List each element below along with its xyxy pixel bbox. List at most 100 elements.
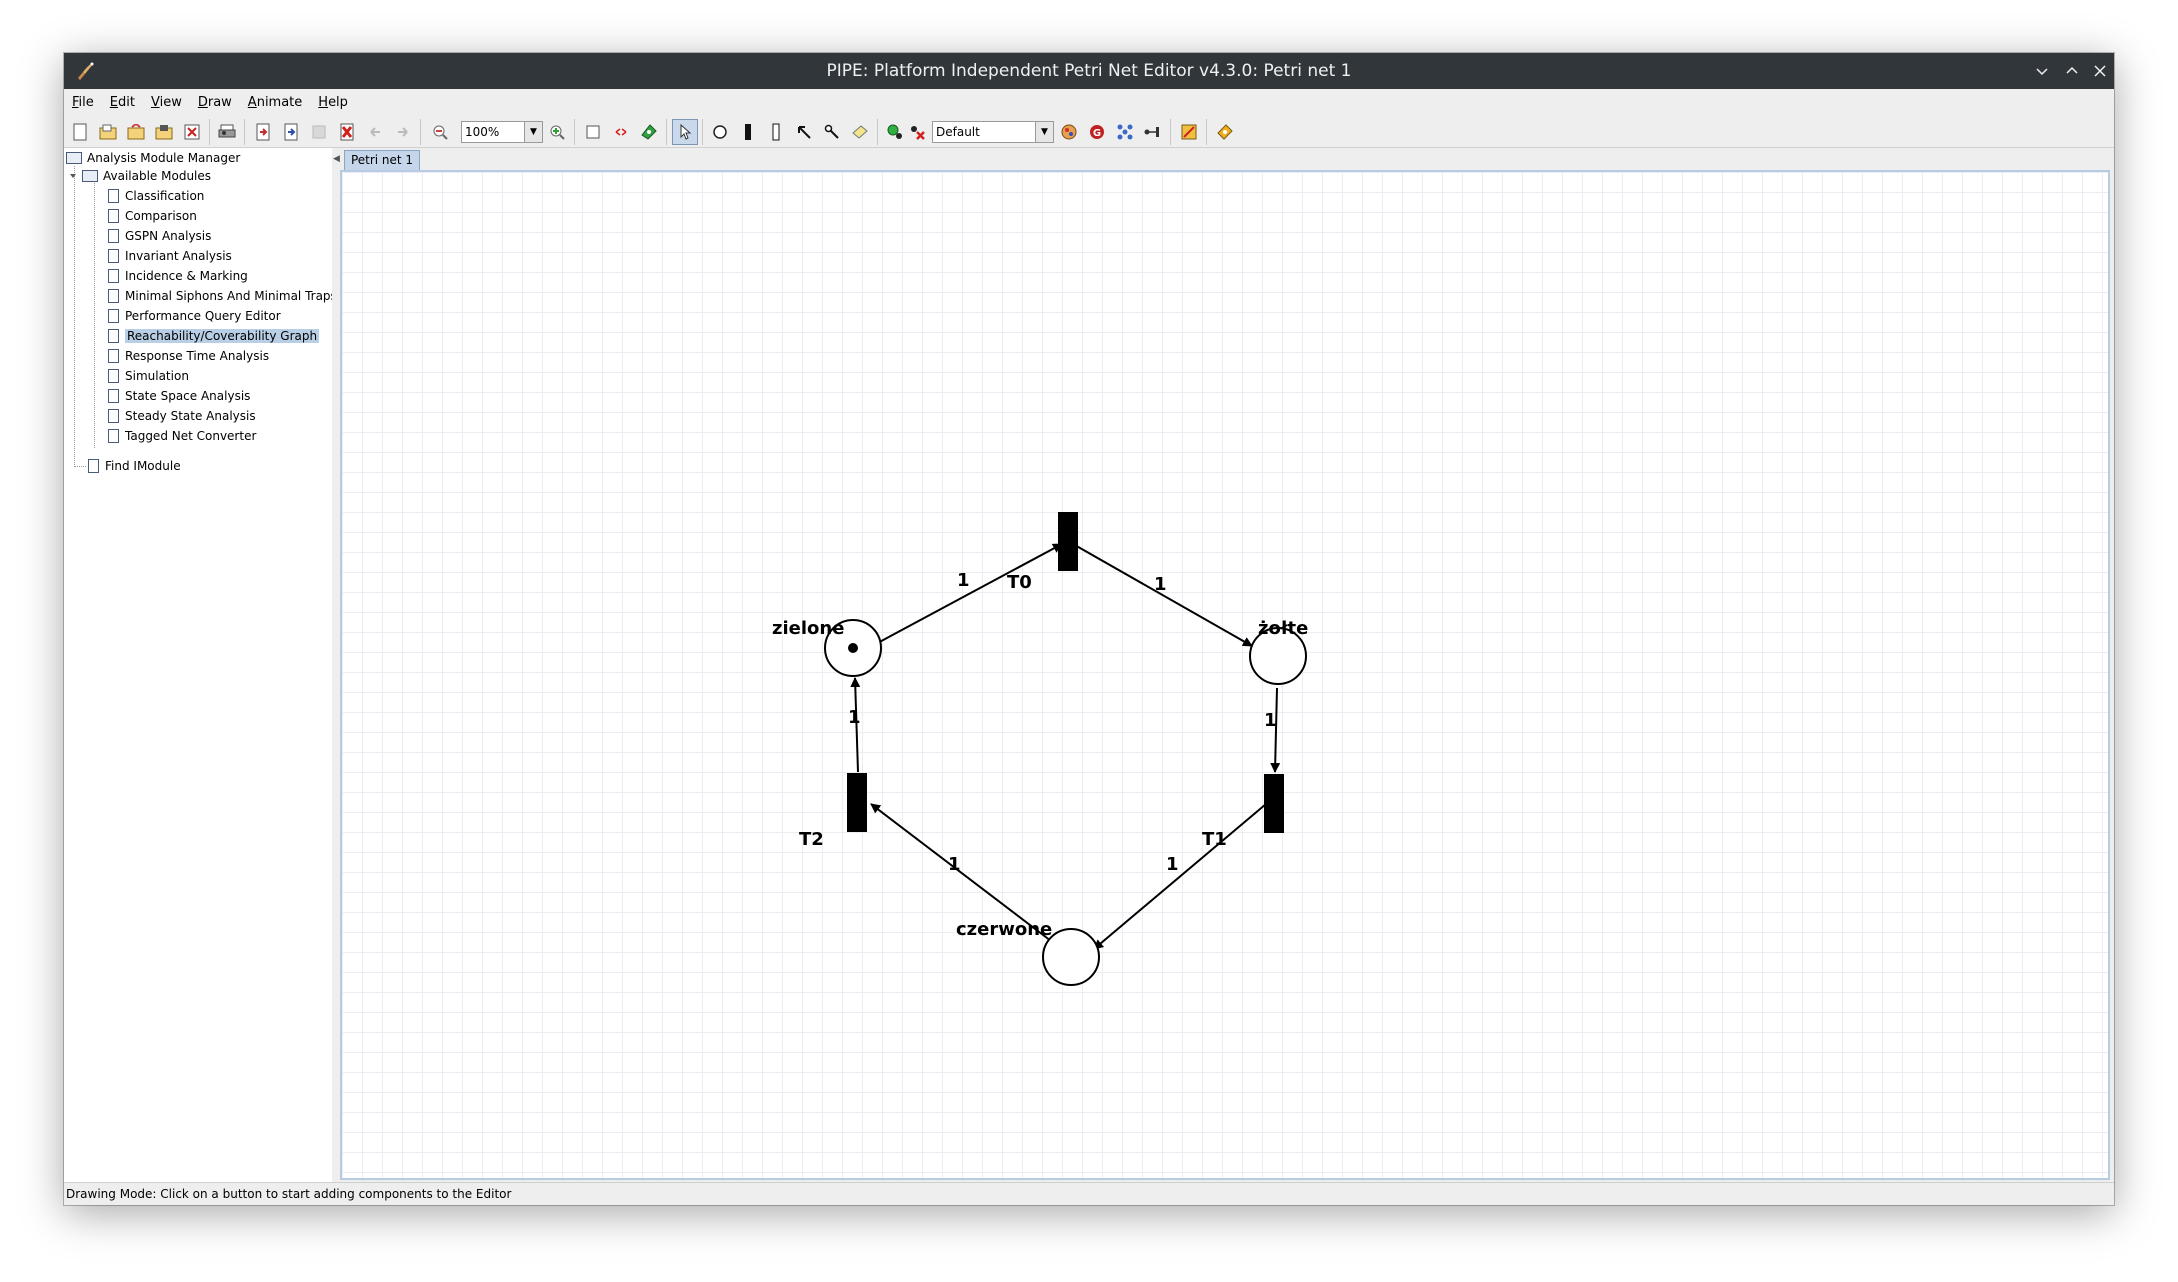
export-icon[interactable] [278,119,304,145]
drag-icon[interactable] [608,119,634,145]
petri-net-canvas[interactable]: zielone żołte czerwone T0 T1 T2 1 1 1 1 … [340,170,2110,1180]
arc-weight-label: 1 [1154,574,1167,595]
minimize-icon[interactable] [2030,59,2054,83]
place-label-czerwone: czerwone [956,919,1052,940]
maximize-icon[interactable] [2060,59,2084,83]
tree-item-label: Simulation [125,369,189,383]
tree-item-minimal-siphons[interactable]: Minimal Siphons And Minimal Traps [108,286,337,306]
save-as-icon[interactable] [179,119,205,145]
tree-item-reachability-graph[interactable]: Reachability/Coverability Graph [108,326,320,346]
rate-parameter-icon[interactable]: G [1084,119,1110,145]
arc-icon[interactable] [791,119,817,145]
arc-weight-label: 1 [848,707,861,728]
token-class-dropdown-arrow-icon[interactable]: ▼ [1036,121,1054,143]
document-icon [108,369,119,383]
transition-t0[interactable] [1058,512,1078,571]
undo-icon[interactable] [362,119,388,145]
grid-icon[interactable] [580,119,606,145]
tagged-arc-icon[interactable] [1176,119,1202,145]
tree-item-find-imodule[interactable]: Find IModule [88,456,181,476]
delete-token-icon[interactable] [904,119,930,145]
tree-item-incidence-marking[interactable]: Incidence & Marking [108,266,248,286]
arc-weight-label: 1 [1166,854,1179,875]
menu-edit[interactable]: Edit [102,95,143,110]
toolbar-separator [1170,119,1171,145]
tree-item-label: Response Time Analysis [125,349,270,363]
tree-item-comparison[interactable]: Comparison [108,206,197,226]
document-icon [108,189,119,203]
print-icon[interactable] [214,119,240,145]
tree-item-tagged-net-converter[interactable]: Tagged Net Converter [108,426,256,446]
new-file-icon[interactable] [67,119,93,145]
menu-view[interactable]: View [143,95,190,110]
animate-icon[interactable] [636,119,662,145]
tree-item-gspn-analysis[interactable]: GSPN Analysis [108,226,211,246]
arc-t0-to-zolte[interactable] [1072,543,1253,647]
tree-item-invariant-analysis[interactable]: Invariant Analysis [108,246,232,266]
menu-help[interactable]: Help [310,95,356,110]
timed-transition-icon[interactable] [735,119,761,145]
toolbar: 100% ▼ Default ▼ G [64,115,2114,148]
tree-item-steady-state-analysis[interactable]: Steady State Analysis [108,406,256,426]
token-class-select[interactable]: Default [932,121,1036,143]
window-title: PIPE: Platform Independent Petri Net Edi… [826,61,1352,81]
inhibitor-arc-icon[interactable] [819,119,845,145]
toolbar-separator [244,119,245,145]
toolbar-separator [420,119,421,145]
tree-connector [94,180,95,448]
token-classes-icon[interactable] [1056,119,1082,145]
open-file-icon[interactable] [95,119,121,145]
tree-item-response-time-analysis[interactable]: Response Time Analysis [108,346,269,366]
document-icon [108,269,119,283]
document-icon [108,389,119,403]
tree-group-available-modules[interactable]: Available Modules [68,166,211,186]
select-icon[interactable] [672,119,698,145]
place-label-zielone: zielone [772,618,844,639]
menu-animate[interactable]: Animate [240,95,310,110]
annotation-icon[interactable] [847,119,873,145]
tree-item-label-selected: Reachability/Coverability Graph [125,329,320,343]
collapse-arrow-icon[interactable]: ◀ [333,154,340,164]
immediate-transition-icon[interactable] [763,119,789,145]
layout-icon[interactable] [1112,119,1138,145]
open-folder-icon[interactable] [123,119,149,145]
close-icon[interactable] [2088,59,2112,83]
tab-petri-net-1[interactable]: Petri net 1 [344,150,420,170]
zoom-out-icon[interactable] [427,119,453,145]
tree-connector [74,466,86,467]
import-icon[interactable] [250,119,276,145]
place-icon[interactable] [707,119,733,145]
arc-t1-to-czerwone[interactable] [1093,803,1267,950]
menu-draw[interactable]: Draw [190,95,240,110]
save-icon[interactable] [151,119,177,145]
tree-item-label: GSPN Analysis [125,229,212,243]
menu-file[interactable]: File [64,95,102,110]
fast-mode-icon[interactable] [1140,119,1166,145]
menu-bar: File Edit View Draw Animate Help [64,89,2114,115]
tree-item-label: Steady State Analysis [125,409,256,423]
transition-t2[interactable] [847,773,867,832]
tree-item-classification[interactable]: Classification [108,186,204,206]
zoom-in-icon[interactable] [544,119,570,145]
close-net-icon[interactable] [334,119,360,145]
help-icon[interactable] [1212,119,1238,145]
panel-splitter[interactable]: ◀ [332,148,340,1182]
transition-t1[interactable] [1264,774,1284,833]
redo-icon[interactable] [390,119,416,145]
tree-item-label: Comparison [125,209,197,223]
zoom-combo[interactable]: 100% [461,121,525,143]
stop-icon[interactable] [306,119,332,145]
arc-zielone-to-t0[interactable] [871,543,1063,647]
expand-toggle-icon[interactable] [68,171,78,181]
zoom-dropdown-arrow-icon[interactable]: ▼ [525,121,543,143]
tree-root[interactable]: Analysis Module Manager [66,148,240,168]
document-icon [108,309,119,323]
tree-item-performance-query-editor[interactable]: Performance Query Editor [108,306,281,326]
place-label-zolte: żołte [1258,618,1308,639]
tree-item-state-space-analysis[interactable]: State Space Analysis [108,386,250,406]
tree-item-simulation[interactable]: Simulation [108,366,189,386]
document-icon [108,289,119,303]
tab-strip: Petri net 1 [340,148,2114,170]
pipe-app-icon [78,62,94,80]
toolbar-separator [877,119,878,145]
